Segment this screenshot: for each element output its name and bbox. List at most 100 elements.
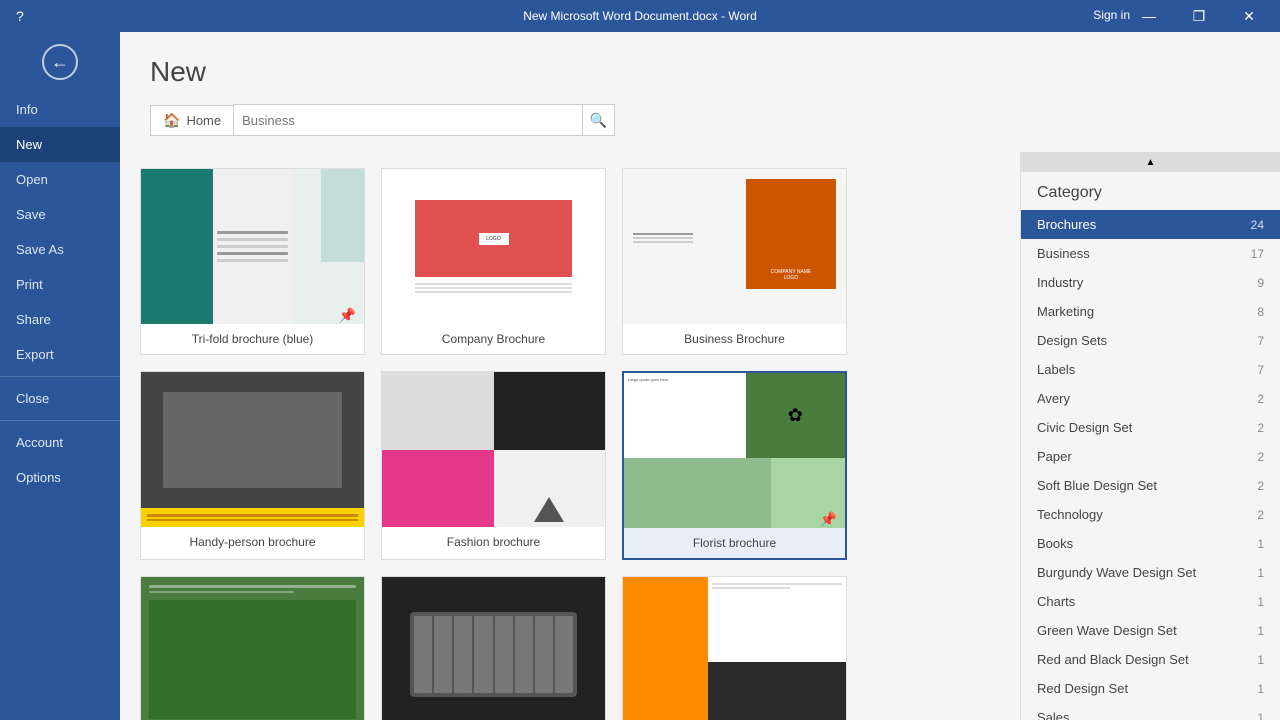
minimize-button[interactable]: — [1126, 0, 1172, 32]
category-item-green-wave-design-set[interactable]: Green Wave Design Set1 [1021, 616, 1280, 645]
category-name-paper: Paper [1037, 449, 1244, 464]
sidebar-item-save[interactable]: Save [0, 197, 120, 232]
sidebar-item-share[interactable]: Share [0, 302, 120, 337]
category-title: Category [1021, 172, 1280, 210]
category-item-soft-blue-design-set[interactable]: Soft Blue Design Set2 [1021, 471, 1280, 500]
category-item-industry[interactable]: Industry9 [1021, 268, 1280, 297]
category-item-paper[interactable]: Paper2 [1021, 442, 1280, 471]
template-label-business: Business Brochure [623, 324, 846, 354]
template-card-keyboard[interactable]: Technology Brochure [381, 576, 606, 720]
template-card-handy[interactable]: Handy-person brochure [140, 371, 365, 560]
back-button[interactable]: ← [0, 32, 120, 92]
sidebar-item-new[interactable]: New [0, 127, 120, 162]
sidebar-item-print[interactable]: Print [0, 267, 120, 302]
app-body: ← InfoNewOpenSaveSave AsPrintShareExport… [0, 32, 1280, 720]
template-thumb-handy [141, 372, 364, 527]
template-card-business[interactable]: COMPANY NAMELOGOBusiness Brochure [622, 168, 847, 355]
maximize-button[interactable]: ❐ [1176, 0, 1222, 32]
search-button[interactable]: 🔍 [583, 104, 615, 136]
category-count-brochures: 24 [1244, 218, 1264, 232]
sidebar-item-open[interactable]: Open [0, 162, 120, 197]
template-label-trifold: Tri-fold brochure (blue) [141, 324, 364, 354]
category-item-labels[interactable]: Labels7 [1021, 355, 1280, 384]
search-icon: 🔍 [590, 112, 607, 129]
title-bar: ? New Microsoft Word Document.docx - Wor… [0, 0, 1280, 32]
template-thumb-keyboard [382, 577, 605, 720]
category-item-design-sets[interactable]: Design Sets7 [1021, 326, 1280, 355]
category-count-soft-blue-design-set: 2 [1244, 479, 1264, 493]
category-list: Brochures24Business17Industry9Marketing8… [1021, 210, 1280, 720]
content-header: New 🏠 Home 🔍 [120, 32, 1280, 152]
category-count-red-design-set: 1 [1244, 682, 1264, 696]
category-item-marketing[interactable]: Marketing8 [1021, 297, 1280, 326]
category-item-red-design-set[interactable]: Red Design Set1 [1021, 674, 1280, 703]
category-item-civic-design-set[interactable]: Civic Design Set2 [1021, 413, 1280, 442]
home-label: Home [186, 113, 221, 128]
category-item-brochures[interactable]: Brochures24 [1021, 210, 1280, 239]
template-label-florist: Florist brochure [624, 528, 845, 558]
category-name-labels: Labels [1037, 362, 1244, 377]
category-item-business[interactable]: Business17 [1021, 239, 1280, 268]
close-button[interactable]: ✕ [1226, 0, 1272, 32]
sidebar-item-options[interactable]: Options [0, 460, 120, 495]
sidebar: ← InfoNewOpenSaveSave AsPrintShareExport… [0, 32, 120, 720]
scroll-up-button[interactable]: ▲ [1021, 152, 1280, 172]
content-body: Tri-fold brochure (blue)📌LOGOCompany Bro… [120, 152, 1280, 720]
category-panel: ▲ Category Brochures24Business17Industry… [1020, 152, 1280, 720]
template-thumb-company: LOGO [382, 169, 605, 324]
category-item-burgundy-wave-design-set[interactable]: Burgundy Wave Design Set1 [1021, 558, 1280, 587]
help-button[interactable]: ? [8, 4, 32, 28]
template-card-orange[interactable]: Orange Modern Brochure [622, 576, 847, 720]
pin-icon-florist[interactable]: 📌 [820, 511, 837, 528]
sidebar-item-info[interactable]: Info [0, 92, 120, 127]
category-name-marketing: Marketing [1037, 304, 1244, 319]
pin-icon-trifold[interactable]: 📌 [339, 307, 356, 324]
category-count-marketing: 8 [1244, 305, 1264, 319]
category-count-red-and-black-design-set: 1 [1244, 653, 1264, 667]
search-input[interactable] [233, 104, 583, 136]
sidebar-item-export[interactable]: Export [0, 337, 120, 372]
category-name-burgundy-wave-design-set: Burgundy Wave Design Set [1037, 565, 1244, 580]
category-count-labels: 7 [1244, 363, 1264, 377]
category-name-industry: Industry [1037, 275, 1244, 290]
category-item-avery[interactable]: Avery2 [1021, 384, 1280, 413]
category-name-brochures: Brochures [1037, 217, 1244, 232]
category-count-paper: 2 [1244, 450, 1264, 464]
category-count-books: 1 [1244, 537, 1264, 551]
category-count-business: 17 [1244, 247, 1264, 261]
category-name-soft-blue-design-set: Soft Blue Design Set [1037, 478, 1244, 493]
sidebar-item-save-as[interactable]: Save As [0, 232, 120, 267]
templates-grid: Tri-fold brochure (blue)📌LOGOCompany Bro… [120, 152, 1020, 720]
template-thumb-green [141, 577, 364, 720]
category-count-industry: 9 [1244, 276, 1264, 290]
home-icon: 🏠 [163, 112, 180, 129]
category-name-green-wave-design-set: Green Wave Design Set [1037, 623, 1244, 638]
window-title: New Microsoft Word Document.docx - Word [523, 9, 757, 23]
template-card-trifold[interactable]: Tri-fold brochure (blue)📌 [140, 168, 365, 355]
category-item-sales[interactable]: Sales1 [1021, 703, 1280, 720]
category-count-avery: 2 [1244, 392, 1264, 406]
sidebar-item-close[interactable]: Close [0, 381, 120, 416]
sign-in-button[interactable]: Sign in [1093, 8, 1130, 22]
category-name-red-design-set: Red Design Set [1037, 681, 1244, 696]
template-thumb-orange [623, 577, 846, 720]
template-card-florist[interactable]: Large quote goes here.✿Florist brochure📌 [622, 371, 847, 560]
home-button[interactable]: 🏠 Home [150, 105, 233, 136]
category-item-technology[interactable]: Technology2 [1021, 500, 1280, 529]
template-thumb-fashion [382, 372, 605, 527]
category-name-design-sets: Design Sets [1037, 333, 1244, 348]
category-count-sales: 1 [1244, 711, 1264, 720]
category-count-green-wave-design-set: 1 [1244, 624, 1264, 638]
category-item-books[interactable]: Books1 [1021, 529, 1280, 558]
search-bar: 🏠 Home 🔍 [150, 104, 1250, 136]
content-area: New 🏠 Home 🔍 Tri-fold brochure (blue)📌LO… [120, 32, 1280, 720]
template-card-green[interactable]: Green Nature Brochure [140, 576, 365, 720]
category-item-red-and-black-design-set[interactable]: Red and Black Design Set1 [1021, 645, 1280, 674]
back-icon: ← [42, 44, 78, 80]
sidebar-item-account[interactable]: Account [0, 425, 120, 460]
category-item-charts[interactable]: Charts1 [1021, 587, 1280, 616]
category-count-burgundy-wave-design-set: 1 [1244, 566, 1264, 580]
template-card-fashion[interactable]: Fashion brochure [381, 371, 606, 560]
template-card-company[interactable]: LOGOCompany Brochure [381, 168, 606, 355]
template-thumb-business: COMPANY NAMELOGO [623, 169, 846, 324]
